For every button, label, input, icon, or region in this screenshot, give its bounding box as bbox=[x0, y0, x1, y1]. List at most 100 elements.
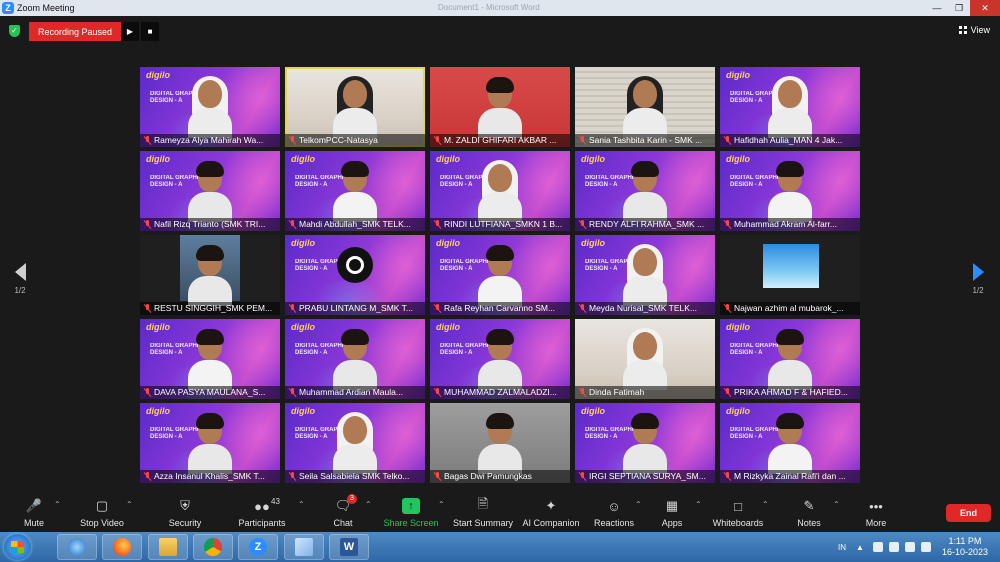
taskbar-app-1[interactable] bbox=[57, 534, 97, 560]
share-options-chevron-icon[interactable]: ⌃ bbox=[438, 500, 445, 509]
chat-button[interactable]: 🗨 3 Chat bbox=[313, 494, 373, 528]
notes-label: Notes bbox=[797, 518, 821, 528]
whiteboards-options-chevron-icon[interactable]: ⌃ bbox=[762, 500, 769, 509]
system-clock[interactable]: 1:11 PM 16-10-2023 bbox=[942, 536, 988, 558]
network-icon[interactable] bbox=[920, 542, 931, 552]
participant-tile[interactable]: M. ZALDI GHIFARI AKBAR ... bbox=[430, 67, 570, 147]
restore-icon[interactable]: ❐ bbox=[948, 0, 970, 16]
taskbar-zoom[interactable]: Z bbox=[238, 534, 278, 560]
participant-tile[interactable]: digilo DIGITAL GRAPHIC DESIGN - A Nafil Riz… bbox=[140, 151, 280, 231]
end-meeting-button[interactable]: End bbox=[946, 504, 991, 522]
chat-options-chevron-icon[interactable]: ⌃ bbox=[365, 500, 372, 509]
participant-tile[interactable]: digilo DIGITAL GRAPHIC DESIGN - A PRABU LIN… bbox=[285, 235, 425, 315]
participant-tile[interactable]: digilo DIGITAL GRAPHIC DESIGN - A DAVA PASY… bbox=[140, 319, 280, 399]
more-button[interactable]: ••• More bbox=[846, 498, 906, 529]
stop-recording-icon[interactable]: ■ bbox=[141, 22, 159, 41]
video-options-chevron-icon[interactable]: ⌃ bbox=[126, 500, 133, 509]
participant-tile[interactable]: digilo DIGITAL GRAPHIC DESIGN - A Azza Insa… bbox=[140, 403, 280, 483]
view-button[interactable]: View bbox=[958, 25, 990, 35]
participant-video bbox=[478, 328, 522, 390]
tray-app-icon[interactable] bbox=[872, 542, 883, 552]
notes-button[interactable]: ✎ Notes bbox=[779, 498, 839, 528]
view-label: View bbox=[970, 25, 990, 35]
reactions-options-chevron-icon[interactable]: ⌃ bbox=[635, 500, 642, 509]
participant-video bbox=[333, 328, 377, 390]
participant-tile[interactable]: digilo DIGITAL GRAPHIC DESIGN - A Meyda Nur… bbox=[575, 235, 715, 315]
chat-bubble-icon: 🗨 3 bbox=[334, 494, 357, 514]
muted-microphone-icon bbox=[143, 472, 152, 481]
muted-microphone-icon bbox=[433, 472, 442, 481]
participant-video bbox=[623, 244, 667, 306]
flag-icon[interactable] bbox=[888, 542, 899, 552]
notes-options-chevron-icon[interactable]: ⌃ bbox=[833, 500, 840, 509]
participant-tile[interactable]: Dinda Fatimah bbox=[575, 319, 715, 399]
ai-companion-label: AI Companion bbox=[522, 518, 580, 528]
participant-tile[interactable]: digilo DIGITAL GRAPHIC DESIGN - A RENDY ALF… bbox=[575, 151, 715, 231]
recording-status-button[interactable]: Recording Paused bbox=[29, 22, 121, 41]
volume-icon[interactable] bbox=[904, 542, 915, 552]
ai-companion-button[interactable]: ✦ AI Companion bbox=[521, 498, 581, 528]
participant-tile[interactable]: digilo DIGITAL GRAPHIC DESIGN - A MUHAMMAD … bbox=[430, 319, 570, 399]
participant-tile[interactable]: Bagas Dwi Pamungkas bbox=[430, 403, 570, 483]
muted-microphone-icon bbox=[578, 304, 587, 313]
participant-tile[interactable]: digilo DIGITAL GRAPHIC DESIGN - A Seila Sal… bbox=[285, 403, 425, 483]
participant-tile[interactable]: Sania Tashbita Karin - SMK ... bbox=[575, 67, 715, 147]
participants-options-chevron-icon[interactable]: ⌃ bbox=[298, 500, 305, 509]
participant-tile[interactable]: RESTU SINGGIH_SMK PEM... bbox=[140, 235, 280, 315]
minimize-icon[interactable]: — bbox=[926, 0, 948, 16]
taskbar-word[interactable]: W bbox=[329, 534, 369, 560]
audio-options-chevron-icon[interactable]: ⌃ bbox=[54, 500, 61, 509]
webinar-banner-logo: digilo bbox=[436, 322, 460, 332]
whiteboards-button[interactable]: □ Whiteboards bbox=[708, 498, 768, 529]
next-page-button[interactable]: 1/2 bbox=[968, 263, 988, 295]
participant-tile[interactable]: digilo DIGITAL GRAPHIC DESIGN - A Muhammad … bbox=[720, 151, 860, 231]
notes-icon: ✎ bbox=[803, 498, 815, 513]
participant-name: M. ZALDI GHIFARI AKBAR ... bbox=[430, 134, 570, 147]
taskbar-file-explorer[interactable] bbox=[148, 534, 188, 560]
whiteboards-label: Whiteboards bbox=[712, 518, 764, 528]
apps-options-chevron-icon[interactable]: ⌃ bbox=[695, 500, 702, 509]
input-language-indicator[interactable]: IN bbox=[838, 543, 846, 552]
previous-page-button[interactable]: 1/2 bbox=[10, 263, 30, 295]
chrome-icon bbox=[204, 538, 222, 556]
muted-microphone-icon bbox=[578, 472, 587, 481]
participant-video bbox=[768, 76, 812, 138]
participant-name: Bagas Dwi Pamungkas bbox=[430, 470, 570, 483]
close-icon[interactable]: ✕ bbox=[970, 0, 1000, 16]
muted-microphone-icon bbox=[433, 220, 442, 229]
participant-tile[interactable]: digilo DIGITAL GRAPHIC DESIGN - A Rafa Reyh… bbox=[430, 235, 570, 315]
participant-tile[interactable]: TelkomPCC-Natasya bbox=[285, 67, 425, 147]
participant-tile[interactable]: digilo DIGITAL GRAPHIC DESIGN - AM Rizkyka… bbox=[720, 403, 860, 483]
stop-video-button[interactable]: ▢ Stop Video bbox=[72, 498, 132, 528]
participant-name: Muhammad Ardian Maula... bbox=[285, 386, 425, 399]
participant-tile[interactable]: digilo DIGITAL GRAPHIC DESIGN - A Muhammad … bbox=[285, 319, 425, 399]
page-indicator-left: 1/2 bbox=[14, 286, 26, 295]
participant-tile[interactable]: digilo DIGITAL GRAPHIC DESIGN - A Mahdi Abd… bbox=[285, 151, 425, 231]
participant-tile[interactable]: digilo DIGITAL GRAPHIC DESIGN - A Rameyza A… bbox=[140, 67, 280, 147]
share-screen-button[interactable]: ↑ Share Screen bbox=[381, 498, 441, 528]
participants-button[interactable]: ●● 43 Participants bbox=[232, 497, 292, 528]
webinar-banner-logo: digilo bbox=[146, 322, 170, 332]
taskbar-chrome[interactable] bbox=[193, 534, 233, 560]
windows-start-icon[interactable] bbox=[4, 534, 31, 560]
encryption-shield-icon[interactable]: ✓ bbox=[9, 25, 20, 37]
start-summary-button[interactable]: 🗎 Start Summary bbox=[452, 496, 514, 528]
participant-video bbox=[623, 76, 667, 138]
participant-tile[interactable]: digilo DIGITAL GRAPHIC DESIGN - A Hafidhah … bbox=[720, 67, 860, 147]
participant-tile[interactable]: digilo DIGITAL GRAPHIC DESIGN - A RINDI LUT… bbox=[430, 151, 570, 231]
zoom-app-icon: Z bbox=[249, 538, 267, 556]
taskbar-app-6[interactable] bbox=[284, 534, 324, 560]
obs-logo-icon bbox=[337, 247, 373, 283]
meeting-toolbar: 🎤 Mute ⌃ ▢ Stop Video ⌃ ⛨ Security ●● 43… bbox=[0, 494, 1000, 532]
taskbar-firefox[interactable] bbox=[102, 534, 142, 560]
tray-expand-icon[interactable]: ▲ bbox=[856, 543, 864, 552]
muted-microphone-icon bbox=[723, 304, 732, 313]
participant-tile[interactable]: Najwan azhim al mubarok_... bbox=[720, 235, 860, 315]
resume-recording-play-icon[interactable]: ▶ bbox=[121, 22, 139, 41]
security-button[interactable]: ⛨ Security bbox=[155, 498, 215, 528]
participant-tile[interactable]: digilo DIGITAL GRAPHIC DESIGN - A IRGI SEPT… bbox=[575, 403, 715, 483]
participant-video bbox=[188, 244, 232, 306]
apps-button[interactable]: ▦ Apps bbox=[642, 498, 702, 528]
participant-name: Rameyza Alya Mahirah Wa... bbox=[140, 134, 280, 147]
participant-tile[interactable]: digilo DIGITAL GRAPHIC DESIGN - A PRIKA AHM… bbox=[720, 319, 860, 399]
